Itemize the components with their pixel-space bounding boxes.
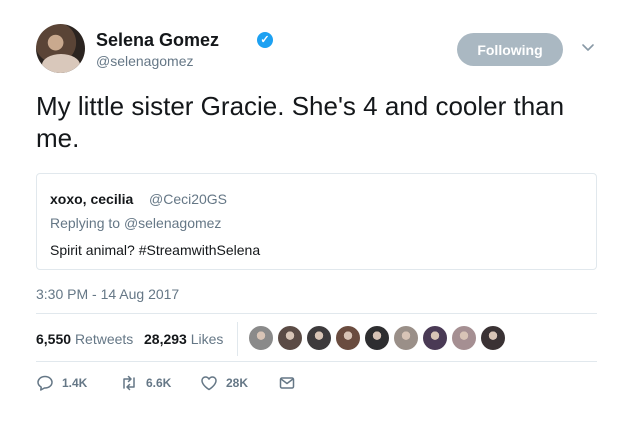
- heart-icon: [201, 376, 217, 391]
- liker-avatar[interactable]: [422, 325, 448, 351]
- tweet-header: Selena Gomez ✓ @selenagomez Following: [36, 24, 606, 76]
- divider: [36, 361, 597, 362]
- likes-stat[interactable]: 28,293 Likes: [144, 331, 223, 347]
- retweet-button[interactable]: 6.6K: [120, 373, 171, 393]
- tweet-stats: 6,550 Retweets 28,293 Likes: [36, 322, 597, 356]
- envelope-icon: [279, 377, 295, 389]
- retweets-stat[interactable]: 6,550 Retweets: [36, 331, 133, 347]
- replying-to-link[interactable]: @selenagomez: [124, 215, 222, 231]
- divider: [36, 313, 597, 314]
- retweets-count: 6,550: [36, 331, 72, 347]
- liker-avatar[interactable]: [480, 325, 506, 351]
- author-name[interactable]: Selena Gomez: [96, 30, 219, 51]
- replying-to-prefix: Replying to: [50, 215, 124, 231]
- like-count: 28K: [226, 376, 249, 390]
- likes-label: Likes: [190, 331, 224, 347]
- tweet-actions: 1.4K 6.6K 28K: [36, 373, 336, 395]
- liker-avatar[interactable]: [451, 325, 477, 351]
- retweet-count: 6.6K: [146, 376, 172, 390]
- liker-avatar[interactable]: [248, 325, 274, 351]
- liker-avatar[interactable]: [393, 325, 419, 351]
- quoted-tweet[interactable]: xoxo, cecilia @Ceci20GS Replying to @sel…: [36, 173, 597, 270]
- author-avatar[interactable]: [36, 24, 85, 73]
- tweet-timestamp[interactable]: 3:30 PM - 14 Aug 2017: [36, 286, 179, 302]
- retweet-icon: [123, 375, 135, 391]
- direct-message-button[interactable]: [278, 373, 304, 393]
- liker-avatar[interactable]: [364, 325, 390, 351]
- replying-to-line: Replying to @selenagomez: [50, 215, 221, 231]
- stats-separator: [237, 322, 238, 356]
- quoted-tweet-text: Spirit animal? #StreamwithSelena: [50, 242, 261, 258]
- liker-avatar[interactable]: [277, 325, 303, 351]
- reply-icon: [37, 375, 53, 391]
- liker-avatar[interactable]: [306, 325, 332, 351]
- quoted-author-name: xoxo, cecilia: [50, 191, 134, 207]
- following-button[interactable]: Following: [457, 33, 563, 66]
- quoted-author-handle: @Ceci20GS: [149, 191, 228, 207]
- like-button[interactable]: 28K: [200, 373, 248, 393]
- author-handle[interactable]: @selenagomez: [96, 53, 194, 69]
- liker-avatar[interactable]: [335, 325, 361, 351]
- retweets-label: Retweets: [74, 331, 134, 347]
- likes-count: 28,293: [144, 331, 187, 347]
- chevron-down-icon[interactable]: [581, 40, 595, 54]
- reply-count: 1.4K: [62, 376, 88, 390]
- reply-button[interactable]: 1.4K: [36, 373, 87, 393]
- verified-badge-icon: ✓: [257, 32, 273, 48]
- tweet-text: My little sister Gracie. She's 4 and coo…: [36, 91, 565, 153]
